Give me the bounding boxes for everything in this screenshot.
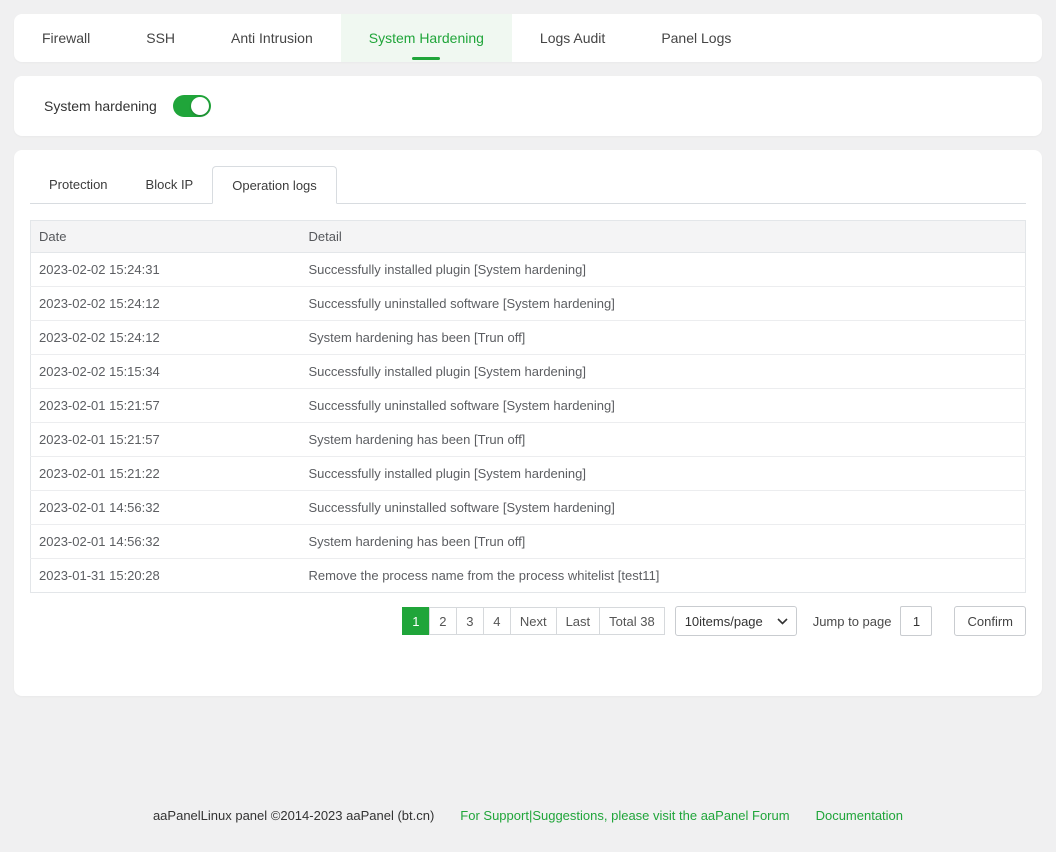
tab-label: Logs Audit	[540, 30, 605, 46]
cell-date: 2023-02-01 15:21:57	[31, 389, 301, 423]
cell-date: 2023-01-31 15:20:28	[31, 559, 301, 593]
last-page-button[interactable]: Last	[556, 607, 601, 635]
table-row: 2023-02-01 14:56:32Successfully uninstal…	[31, 491, 1026, 525]
footer: aaPanelLinux panel ©2014-2023 aaPanel (b…	[0, 808, 1056, 823]
cell-detail: System hardening has been [Trun off]	[301, 321, 1026, 355]
table-row: 2023-02-01 15:21:22Successfully installe…	[31, 457, 1026, 491]
table-row: 2023-01-31 15:20:28Remove the process na…	[31, 559, 1026, 593]
cell-date: 2023-02-01 15:21:22	[31, 457, 301, 491]
table-body: 2023-02-02 15:24:31Successfully installe…	[31, 253, 1026, 593]
tab-panel-logs[interactable]: Panel Logs	[633, 14, 759, 62]
cell-date: 2023-02-02 15:24:31	[31, 253, 301, 287]
system-hardening-toggle[interactable]	[173, 95, 211, 117]
tab-operation-logs[interactable]: Operation logs	[212, 166, 337, 204]
cell-detail: System hardening has been [Trun off]	[301, 525, 1026, 559]
tab-protection[interactable]: Protection	[30, 166, 127, 203]
log-panel-tabbar: ProtectionBlock IPOperation logs	[30, 166, 1026, 204]
table-header: Date Detail	[31, 221, 1026, 253]
tab-label: Anti Intrusion	[231, 30, 313, 46]
jump-to-page-input[interactable]	[900, 606, 932, 636]
cell-detail: Successfully installed plugin [System ha…	[301, 253, 1026, 287]
tab-anti-intrusion[interactable]: Anti Intrusion	[203, 14, 341, 62]
page-button-4[interactable]: 4	[483, 607, 511, 635]
tab-system-hardening[interactable]: System Hardening	[341, 14, 512, 62]
system-hardening-label: System hardening	[44, 98, 157, 114]
pagination: 1234 Next Last Total 38 10items/page Jum…	[30, 606, 1026, 636]
cell-date: 2023-02-01 14:56:32	[31, 491, 301, 525]
footer-support-link[interactable]: For Support|Suggestions, please visit th…	[460, 808, 789, 823]
total-count-label: Total 38	[599, 607, 665, 635]
cell-detail: Remove the process name from the process…	[301, 559, 1026, 593]
column-header-date: Date	[31, 221, 301, 253]
security-tabbar: Firewall SSH Anti Intrusion System Hardenin…	[14, 14, 1042, 62]
cell-date: 2023-02-02 15:24:12	[31, 287, 301, 321]
jump-to-page-label: Jump to page	[813, 614, 892, 629]
tab-firewall[interactable]: Firewall	[14, 14, 118, 62]
tab-label: SSH	[146, 30, 175, 46]
page-button-group: 1234	[402, 607, 511, 635]
active-tab-underline-icon	[412, 57, 440, 60]
items-per-page-wrap: 10items/page	[675, 606, 797, 636]
tab-label: Panel Logs	[661, 30, 731, 46]
table-row: 2023-02-02 15:24:12System hardening has …	[31, 321, 1026, 355]
page: Firewall SSH Anti Intrusion System Hardenin…	[0, 14, 1056, 823]
cell-detail: Successfully installed plugin [System ha…	[301, 355, 1026, 389]
cell-date: 2023-02-01 15:21:57	[31, 423, 301, 457]
table-row: 2023-02-01 15:21:57Successfully uninstal…	[31, 389, 1026, 423]
tab-logs-audit[interactable]: Logs Audit	[512, 14, 633, 62]
cell-date: 2023-02-01 14:56:32	[31, 525, 301, 559]
page-button-2[interactable]: 2	[429, 607, 457, 635]
footer-docs-link[interactable]: Documentation	[816, 808, 903, 823]
cell-detail: Successfully installed plugin [System ha…	[301, 457, 1026, 491]
page-button-1[interactable]: 1	[402, 607, 430, 635]
table-row: 2023-02-01 15:21:57System hardening has …	[31, 423, 1026, 457]
tab-block-ip[interactable]: Block IP	[127, 166, 213, 203]
items-per-page-select[interactable]: 10items/page	[675, 606, 797, 636]
next-page-button[interactable]: Next	[510, 607, 557, 635]
cell-date: 2023-02-02 15:15:34	[31, 355, 301, 389]
page-button-3[interactable]: 3	[456, 607, 484, 635]
cell-detail: Successfully uninstalled software [Syste…	[301, 389, 1026, 423]
cell-detail: System hardening has been [Trun off]	[301, 423, 1026, 457]
tab-label: Firewall	[42, 30, 90, 46]
table-row: 2023-02-02 15:24:12Successfully uninstal…	[31, 287, 1026, 321]
page-nav-group: Next Last Total 38	[510, 607, 665, 635]
tab-label: System Hardening	[369, 30, 484, 46]
cell-detail: Successfully uninstalled software [Syste…	[301, 287, 1026, 321]
cell-detail: Successfully uninstalled software [Syste…	[301, 491, 1026, 525]
operation-logs-table: Date Detail 2023-02-02 15:24:31Successfu…	[30, 220, 1026, 593]
system-hardening-card: System hardening	[14, 76, 1042, 136]
footer-copyright: aaPanelLinux panel ©2014-2023 aaPanel (b…	[153, 808, 434, 823]
table-row: 2023-02-02 15:15:34Successfully installe…	[31, 355, 1026, 389]
confirm-button[interactable]: Confirm	[954, 606, 1026, 636]
column-header-detail: Detail	[301, 221, 1026, 253]
table-row: 2023-02-02 15:24:31Successfully installe…	[31, 253, 1026, 287]
tab-ssh[interactable]: SSH	[118, 14, 203, 62]
cell-date: 2023-02-02 15:24:12	[31, 321, 301, 355]
table-row: 2023-02-01 14:56:32System hardening has …	[31, 525, 1026, 559]
operation-logs-panel: ProtectionBlock IPOperation logs Date De…	[14, 150, 1042, 696]
